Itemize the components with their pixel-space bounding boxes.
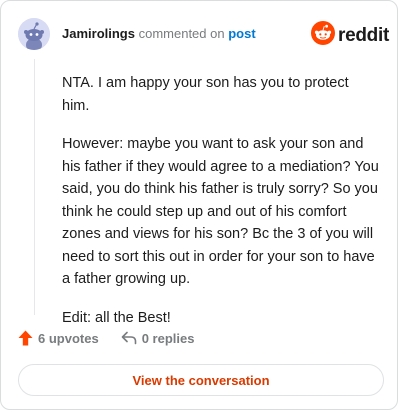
upvote-arrow-icon [18, 330, 33, 346]
replies-count: 0 replies [141, 330, 195, 346]
comment-body: NTA. I am happy your son has you to prot… [62, 72, 380, 345]
comment-card: Jamirolings commented on post reddit NTA… [0, 0, 398, 410]
upvotes-count: 6 upvotes [38, 330, 99, 346]
replies-button[interactable]: 0 replies [121, 330, 195, 346]
thread-line [34, 59, 35, 315]
username-link[interactable]: Jamirolings [62, 26, 135, 41]
view-conversation-button[interactable]: View the conversation [18, 364, 384, 396]
reply-arrow-icon [121, 331, 137, 345]
reddit-logo-icon [311, 21, 335, 50]
comment-paragraph: NTA. I am happy your son has you to prot… [62, 75, 349, 114]
commented-on-text: commented on [138, 26, 225, 41]
comment-paragraph: Edit: all the Best! [62, 309, 171, 326]
reddit-logo[interactable]: reddit [311, 21, 389, 50]
post-link[interactable]: post [228, 26, 255, 41]
reddit-wordmark: reddit [338, 24, 389, 46]
upvotes-button[interactable]: 6 upvotes [18, 330, 99, 346]
comment-paragraph: However: maybe you want to ask your son … [62, 136, 379, 287]
comment-header: Jamirolings commented on post [62, 26, 256, 42]
comment-actions: 6 upvotes 0 replies [18, 330, 194, 346]
user-avatar-icon[interactable] [18, 18, 50, 50]
